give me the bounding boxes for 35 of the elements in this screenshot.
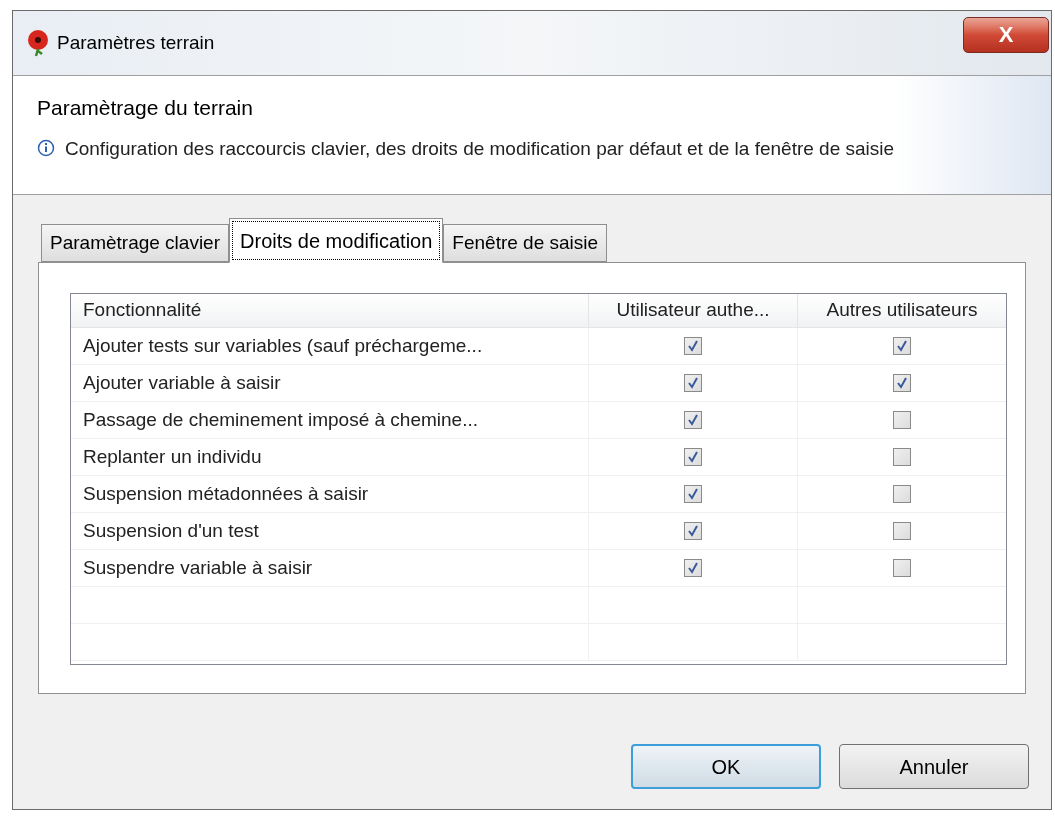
flower-icon	[25, 29, 51, 57]
checkbox[interactable]	[893, 411, 911, 429]
checkbox[interactable]	[893, 374, 911, 392]
tab[interactable]: Paramètrage clavier	[41, 224, 230, 262]
column-header[interactable]: Fonctionnalité	[71, 294, 588, 327]
table-cell-text: Ajouter variable à saisir	[82, 370, 282, 395]
checkbox[interactable]	[893, 448, 911, 466]
cancel-button[interactable]: Annuler	[839, 744, 1029, 789]
table-cell-text: Suspendre variable à saisir	[82, 555, 314, 580]
checkbox[interactable]	[684, 374, 702, 392]
ok-button[interactable]: OK	[631, 744, 821, 789]
window-title: Paramètres terrain	[57, 30, 215, 55]
tab[interactable]: Fenêtre de saisie	[443, 224, 608, 262]
checkbox[interactable]	[893, 522, 911, 540]
checkbox[interactable]	[893, 337, 911, 355]
table-cell-text: Passage de cheminement imposé à chemine...	[82, 407, 479, 432]
checkbox[interactable]	[684, 522, 702, 540]
table-cell-text: Ajouter tests sur variables (sauf préchargeme...	[82, 333, 484, 358]
checkbox[interactable]	[684, 337, 702, 355]
checkbox[interactable]	[684, 559, 702, 577]
info-icon	[37, 138, 55, 157]
column-header[interactable]: Autres utilisateurs	[797, 294, 1006, 327]
column-header[interactable]: Utilisateur authe...	[588, 294, 797, 327]
checkbox[interactable]	[684, 485, 702, 503]
tab[interactable]: Droits de modification	[229, 218, 444, 263]
banner-message: Configuration des raccourcis clavier, des droits de modification par défaut et de la fenêtre de saisie	[65, 136, 896, 161]
close-button[interactable]: X	[963, 17, 1049, 53]
checkbox[interactable]	[893, 485, 911, 503]
table-cell-text: Suspension métadonnées à saisir	[82, 481, 370, 506]
table-cell-text: Replanter un individu	[82, 444, 263, 469]
banner-title: Paramètrage du terrain	[37, 95, 254, 121]
checkbox[interactable]	[684, 448, 702, 466]
table-cell-text: Suspension d'un test	[82, 518, 260, 543]
checkbox[interactable]	[684, 411, 702, 429]
checkbox[interactable]	[893, 559, 911, 577]
